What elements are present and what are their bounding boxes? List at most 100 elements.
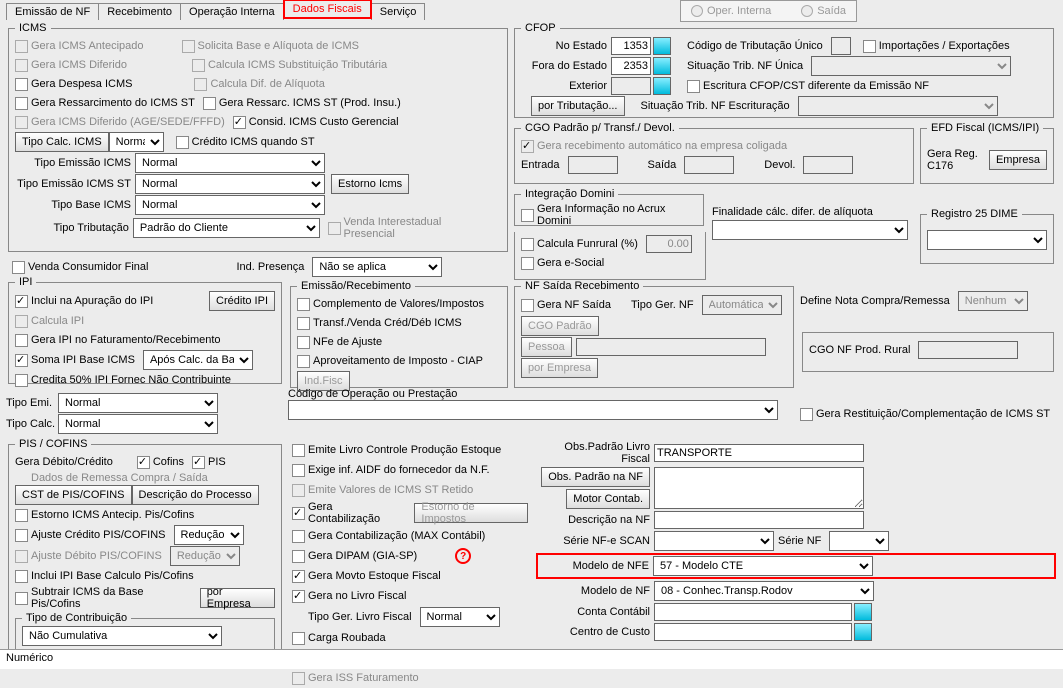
cb-gera-ipi-fat[interactable] bbox=[15, 334, 28, 347]
tab-emissao-nf[interactable]: Emissão de NF bbox=[6, 3, 99, 20]
cb-consid-custo-ger[interactable] bbox=[233, 116, 246, 129]
cb-gera-info-domini[interactable] bbox=[521, 209, 534, 222]
sel-tipo-tributacao[interactable]: Padrão do Cliente bbox=[133, 218, 320, 238]
btn-pessoa: Pessoa bbox=[521, 337, 572, 357]
sel-tipo-calc-icms[interactable]: Normal bbox=[109, 132, 164, 152]
cb-solicita-base bbox=[182, 40, 195, 53]
txt-obs-padrao-nf[interactable] bbox=[654, 467, 864, 509]
txt-conta-contabil[interactable] bbox=[654, 603, 852, 621]
txt-cod-trib-unico bbox=[831, 37, 851, 55]
opcao-saida: Saída bbox=[801, 5, 846, 17]
btn-motor-contab[interactable]: Motor Contab. bbox=[566, 489, 650, 509]
cb-compl-valores[interactable] bbox=[297, 298, 310, 311]
cb-gera-restituicao[interactable] bbox=[800, 408, 813, 421]
txt-exterior bbox=[611, 77, 651, 95]
cb-escritura-cfop-dif[interactable] bbox=[687, 80, 700, 93]
btn-efd-empresa[interactable]: Empresa bbox=[989, 150, 1047, 170]
funrural-group: Calcula Funrural (%) Gera e-Social bbox=[514, 232, 706, 280]
tab-recebimento[interactable]: Recebimento bbox=[98, 3, 181, 20]
lookup-icon[interactable] bbox=[653, 57, 671, 75]
txt-saida bbox=[684, 156, 734, 174]
sel-modelo-nfe[interactable]: 57 - Modelo CTE bbox=[653, 556, 873, 576]
cb-gera-nf-saida[interactable] bbox=[521, 299, 534, 312]
cb-inclui-ipi-base[interactable] bbox=[15, 570, 28, 583]
cb-estorno-icms-antecip[interactable] bbox=[15, 509, 28, 522]
cb-credita-50-ipi[interactable] bbox=[15, 374, 28, 387]
sel-tipo-calc-ipi[interactable]: Normal bbox=[58, 414, 218, 434]
cb-transf-venda-cred[interactable] bbox=[297, 317, 310, 330]
cb-cofins[interactable] bbox=[137, 456, 150, 469]
cb-aproveit-ciap[interactable] bbox=[297, 355, 310, 368]
cb-emite-icms-st-ret bbox=[292, 484, 305, 497]
cb-calcula-funrural[interactable] bbox=[521, 238, 534, 251]
cb-carga-roubada[interactable] bbox=[292, 632, 305, 645]
sel-serie-nfe-scan[interactable] bbox=[654, 531, 774, 551]
sel-soma-ipi[interactable]: Após Calc. da Base bbox=[143, 350, 253, 370]
cb-gera-contab[interactable] bbox=[292, 507, 305, 520]
txt-obs-padrao-livro[interactable] bbox=[654, 444, 864, 462]
sel-ind-presenca[interactable]: Não se aplica bbox=[312, 257, 442, 277]
lookup-icon[interactable] bbox=[653, 77, 671, 95]
sel-serie-nf[interactable] bbox=[829, 531, 889, 551]
sel-tipo-base-icms[interactable]: Normal bbox=[135, 195, 325, 215]
btn-pis-por-empresa[interactable]: por Empresa bbox=[200, 588, 275, 608]
tab-servico[interactable]: Serviço bbox=[371, 3, 426, 20]
txt-descricao-nf[interactable] bbox=[654, 511, 864, 529]
icms-group: ICMS Gera ICMS Antecipado Solicita Base … bbox=[8, 22, 508, 252]
tab-dados-fiscais[interactable]: Dados Fiscais bbox=[283, 0, 372, 19]
sel-tipo-ger-livro[interactable]: Normal bbox=[420, 607, 500, 627]
lbl-cod-operacao: Código de Operação ou Prestação bbox=[288, 388, 780, 400]
cb-gera-livro-fiscal[interactable] bbox=[292, 590, 305, 603]
sel-tipo-emissao-icms-st[interactable]: Normal bbox=[135, 174, 325, 194]
sel-dime[interactable] bbox=[927, 230, 1047, 250]
cb-ajuste-credito[interactable] bbox=[15, 529, 28, 542]
cb-gera-movto-estoque[interactable] bbox=[292, 570, 305, 583]
lookup-icon[interactable] bbox=[854, 623, 872, 641]
cb-import-export[interactable] bbox=[863, 40, 876, 53]
cb-ajuste-debito bbox=[15, 550, 28, 563]
cb-gera-dipam[interactable] bbox=[292, 550, 305, 563]
tab-operacao-interna[interactable]: Operação Interna bbox=[180, 3, 284, 20]
sel-finalidade[interactable] bbox=[712, 220, 908, 240]
btn-desc-processo[interactable]: Descrição do Processo bbox=[132, 485, 259, 505]
cb-gera-despesa-icms[interactable] bbox=[15, 78, 28, 91]
cb-venda-consumidor-final[interactable] bbox=[12, 261, 25, 274]
sel-tipo-emissao-icms[interactable]: Normal bbox=[135, 153, 325, 173]
cb-gera-ressarc-prod-insu[interactable] bbox=[203, 97, 216, 110]
lookup-icon[interactable] bbox=[854, 603, 872, 621]
txt-fora-estado[interactable] bbox=[611, 57, 651, 75]
sel-tipo-emi-ipi[interactable]: Normal bbox=[58, 393, 218, 413]
txt-centro-custo[interactable] bbox=[654, 623, 852, 641]
dime-group: Registro 25 DIME bbox=[920, 208, 1054, 264]
lookup-icon[interactable] bbox=[653, 37, 671, 55]
cb-nfe-ajuste[interactable] bbox=[297, 336, 310, 349]
txt-pessoa bbox=[576, 338, 766, 356]
cb-gera-esocial[interactable] bbox=[521, 257, 534, 270]
sel-cod-operacao[interactable] bbox=[288, 400, 778, 420]
cb-subtrair-icms-base[interactable] bbox=[15, 592, 28, 605]
cb-soma-ipi-base[interactable] bbox=[15, 354, 28, 367]
cb-credito-icms-st[interactable] bbox=[176, 136, 189, 149]
cb-icms-dif-age bbox=[15, 116, 28, 129]
txt-no-estado[interactable] bbox=[611, 37, 651, 55]
sel-sit-trib-escrit bbox=[798, 96, 998, 116]
cb-inclui-apuracao-ipi[interactable] bbox=[15, 295, 28, 308]
cb-venda-interest bbox=[328, 222, 341, 235]
sel-ajuste-cred[interactable]: Redução bbox=[174, 525, 244, 545]
btn-obs-padrao-nf[interactable]: Obs. Padrão na NF bbox=[541, 467, 650, 487]
btn-cst-pis[interactable]: CST de PIS/COFINS bbox=[15, 485, 132, 505]
type-radio-group: Oper. Interna Saída bbox=[680, 0, 857, 22]
cb-pis[interactable] bbox=[192, 456, 205, 469]
btn-por-tributacao[interactable]: por Tributação... bbox=[531, 96, 625, 116]
sel-tipo-contrib[interactable]: Não Cumulativa bbox=[22, 626, 222, 646]
tab-bar: Emissão de NF Recebimento Operação Inter… bbox=[0, 0, 1063, 20]
cb-gera-ressarc-icms-st[interactable] bbox=[15, 97, 28, 110]
help-icon[interactable]: ? bbox=[455, 548, 471, 564]
btn-tipo-calc-icms[interactable]: Tipo Calc. ICMS bbox=[15, 132, 109, 152]
cb-exige-aidf[interactable] bbox=[292, 464, 305, 477]
cb-gera-contab-max[interactable] bbox=[292, 530, 305, 543]
cb-emite-livro-prod[interactable] bbox=[292, 444, 305, 457]
sel-modelo-nf[interactable]: 08 - Conhec.Transp.Rodov bbox=[654, 581, 874, 601]
btn-credito-ipi[interactable]: Crédito IPI bbox=[209, 291, 275, 311]
btn-estorno-icms[interactable]: Estorno Icms bbox=[331, 174, 409, 194]
